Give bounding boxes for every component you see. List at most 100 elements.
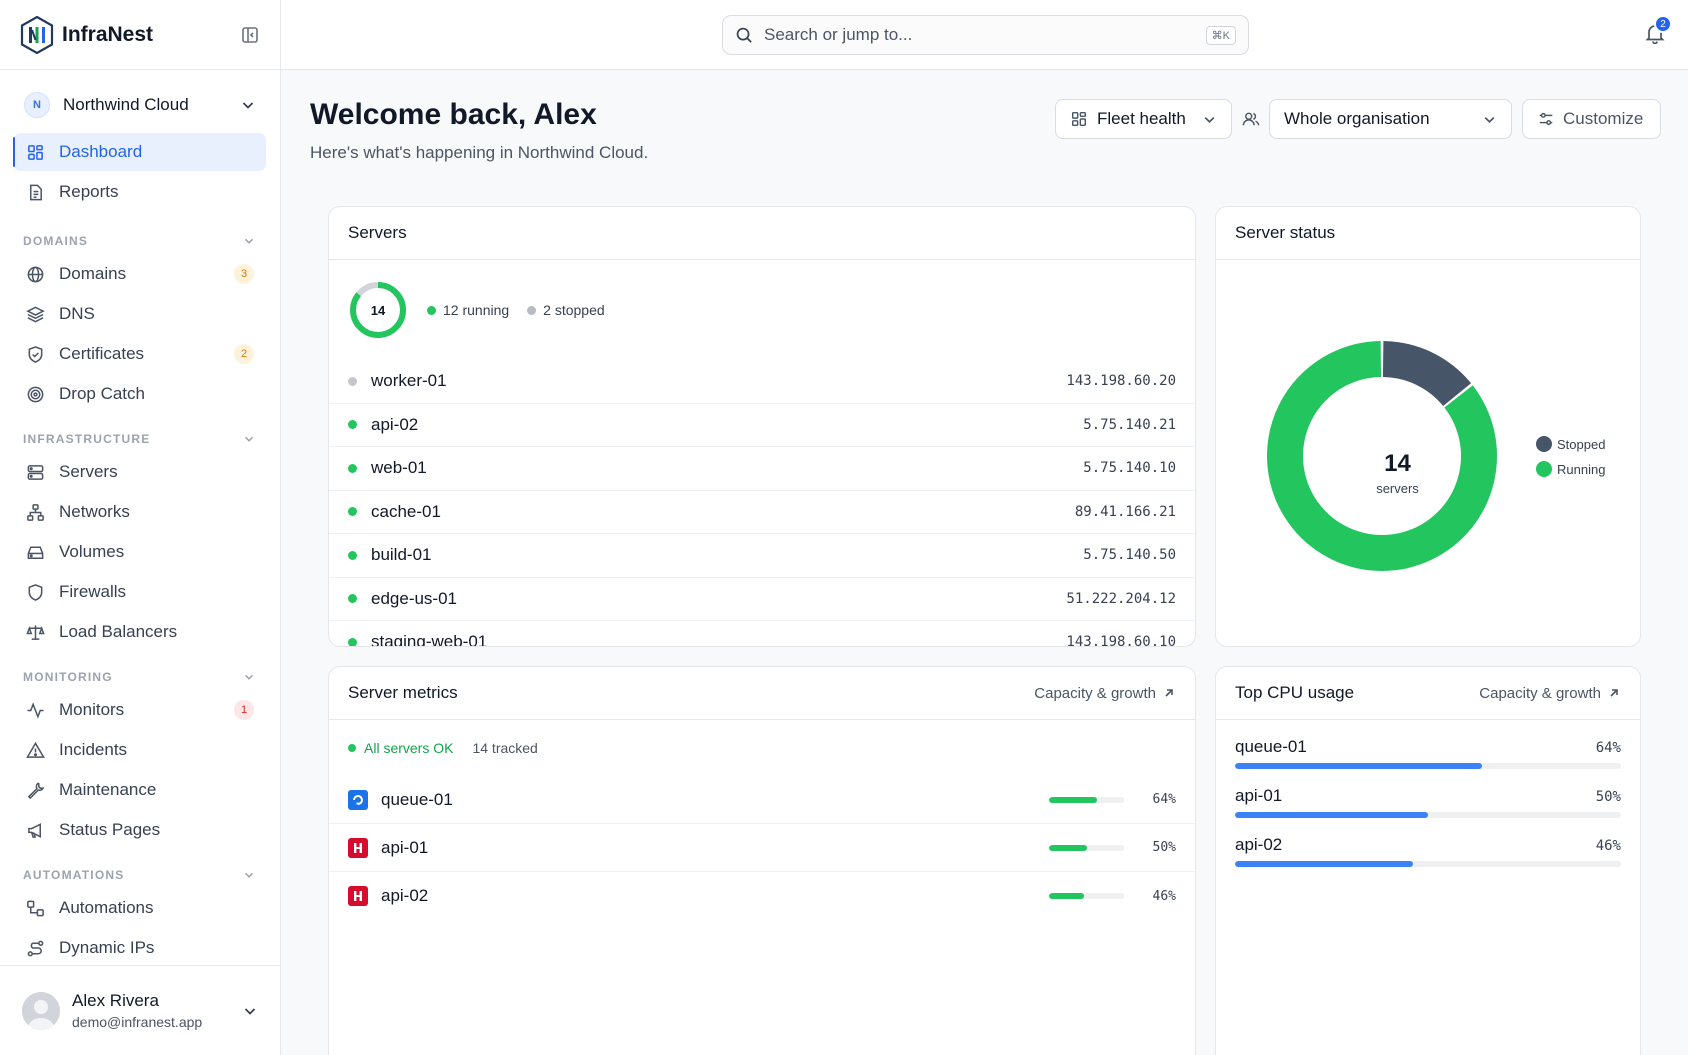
count-badge: 2 xyxy=(234,344,254,364)
customize-button[interactable]: Customize xyxy=(1522,99,1661,139)
section-header-monitoring[interactable]: MONITORING xyxy=(23,667,256,687)
sidebar-item-certificates[interactable]: Certificates 2 xyxy=(14,335,266,373)
globe-icon xyxy=(27,266,44,282)
tracked-count: 14 tracked xyxy=(472,740,538,756)
card-title: Servers xyxy=(348,223,407,242)
chevron-down-icon xyxy=(244,238,254,244)
capacity-growth-link[interactable]: Capacity & growth xyxy=(1479,685,1621,702)
donut-center-label: servers xyxy=(1376,481,1419,496)
search-input[interactable]: Search or jump to... ⌘K xyxy=(722,15,1249,55)
user-menu[interactable]: Alex Rivera demo@infranest.app xyxy=(0,965,280,1055)
metric-row[interactable]: api-01 50% xyxy=(329,824,1195,872)
link-label: Capacity & growth xyxy=(1479,684,1601,702)
sidebar-nav: Dashboard Reports DOMAINS Domains 3 DNS … xyxy=(0,133,280,967)
sidebar-item-dns[interactable]: DNS xyxy=(14,295,266,333)
server-row[interactable]: staging-web-01 143.198.60.10 xyxy=(329,621,1195,647)
sidebar-item-drop-catch[interactable]: Drop Catch xyxy=(14,375,266,413)
cpu-row[interactable]: queue-01 64% xyxy=(1216,717,1640,769)
server-name: api-01 xyxy=(1235,786,1283,805)
chevron-down-icon xyxy=(242,102,254,109)
sidebar-item-networks[interactable]: Networks xyxy=(14,493,266,531)
top-cpu-card: Top CPU usage Capacity & growth queue-01… xyxy=(1215,666,1641,1055)
cpu-row[interactable]: api-01 50% xyxy=(1216,766,1640,818)
usage-percent: 50% xyxy=(1152,840,1176,855)
server-name: api-01 xyxy=(381,837,429,857)
section-header-domains[interactable]: DOMAINS xyxy=(23,231,256,251)
sidebar-item-maintenance[interactable]: Maintenance xyxy=(14,771,266,809)
donut-slice-stopped[interactable] xyxy=(1382,341,1472,407)
usage-percent: 64% xyxy=(1152,792,1176,807)
org-switcher[interactable]: N Northwind Cloud xyxy=(24,88,256,122)
server-ip: 5.75.140.21 xyxy=(1083,416,1176,433)
legend-stopped: 2 stopped xyxy=(527,302,605,318)
capacity-growth-link[interactable]: Capacity & growth xyxy=(1034,685,1176,702)
section-title: DOMAINS xyxy=(23,234,89,248)
page-subtitle: Here's what's happening in Northwind Clo… xyxy=(310,143,649,162)
server-ip: 143.198.60.10 xyxy=(1066,634,1176,647)
section-title: INFRASTRUCTURE xyxy=(23,432,151,446)
section-header-infrastructure[interactable]: INFRASTRUCTURE xyxy=(23,429,256,449)
activity-icon xyxy=(27,701,44,719)
cpu-bar xyxy=(1235,861,1621,867)
cpu-percent: 64% xyxy=(1595,740,1621,756)
sidebar-item-incidents[interactable]: Incidents xyxy=(14,731,266,769)
network-icon xyxy=(27,503,44,521)
servers-ring: 14 xyxy=(349,281,407,339)
dashboard-icon xyxy=(28,144,43,160)
cpu-row[interactable]: api-02 46% xyxy=(1216,815,1640,867)
chevron-down-icon xyxy=(1484,116,1495,123)
server-list: worker-01 143.198.60.20 api-02 5.75.140.21 w… xyxy=(329,360,1195,647)
server-name: web-01 xyxy=(371,458,427,478)
status-label: All servers OK xyxy=(364,740,454,756)
sidebar-collapse-icon[interactable] xyxy=(240,25,260,45)
server-row[interactable]: web-01 5.75.140.10 xyxy=(329,447,1195,491)
user-email: demo@infranest.app xyxy=(72,1014,203,1030)
server-row[interactable]: worker-01 143.198.60.20 xyxy=(329,360,1195,404)
sidebar-item-label: Maintenance xyxy=(59,780,157,799)
arrow-up-right-icon xyxy=(1610,689,1618,697)
servers-card: Servers 14 12 running 2 stopped worker-0… xyxy=(328,206,1196,647)
server-row[interactable]: api-02 5.75.140.21 xyxy=(329,404,1195,447)
scope-select[interactable]: Whole organisation xyxy=(1269,99,1512,139)
sidebar-item-automations[interactable]: Automations xyxy=(14,889,266,927)
sidebar-item-label: Firewalls xyxy=(59,582,127,601)
server-row[interactable]: build-01 5.75.140.50 xyxy=(329,534,1195,578)
server-ip: 89.41.166.21 xyxy=(1074,503,1176,520)
alert-triangle-icon xyxy=(26,741,45,758)
sidebar-item-dynamic-ips[interactable]: Dynamic IPs xyxy=(14,929,266,967)
usage-bar xyxy=(1049,796,1124,803)
section-header-automations[interactable]: AUTOMATIONS xyxy=(23,865,256,885)
sidebar-item-label: Status Pages xyxy=(59,820,161,839)
view-select[interactable]: Fleet health xyxy=(1055,99,1232,139)
sidebar-item-firewalls[interactable]: Firewalls xyxy=(14,573,266,611)
cpu-percent: 46% xyxy=(1595,838,1621,854)
server-name: staging-web-01 xyxy=(371,632,488,647)
server-metrics-card: Server metrics Capacity & growth All ser… xyxy=(328,666,1196,1055)
notification-badge: 2 xyxy=(1654,15,1672,33)
server-row[interactable]: cache-01 89.41.166.21 xyxy=(329,491,1195,534)
view-select-value: Fleet health xyxy=(1097,109,1186,128)
sidebar-item-reports[interactable]: Reports xyxy=(14,173,266,211)
sidebar-item-monitors[interactable]: Monitors 1 xyxy=(14,691,266,729)
target-icon xyxy=(27,386,44,402)
sidebar-item-label: Reports xyxy=(59,182,119,201)
workflow-icon xyxy=(27,900,44,916)
server-name: build-01 xyxy=(371,545,432,565)
metric-row[interactable]: queue-01 64% xyxy=(329,776,1195,824)
server-row[interactable]: edge-us-01 51.222.204.12 xyxy=(329,578,1195,621)
sidebar-item-volumes[interactable]: Volumes xyxy=(14,533,266,571)
sidebar-item-status-pages[interactable]: Status Pages xyxy=(14,811,266,849)
cpu-percent: 50% xyxy=(1595,789,1621,805)
sidebar-item-domains[interactable]: Domains 3 xyxy=(14,255,266,293)
layers-icon xyxy=(26,306,45,322)
org-avatar: N xyxy=(24,92,50,118)
reports-icon xyxy=(29,184,42,200)
user-name: Alex Rivera xyxy=(72,991,159,1010)
metric-row[interactable]: api-02 46% xyxy=(329,872,1195,920)
usage-bar xyxy=(1049,844,1124,851)
sidebar-item-load-balancers[interactable]: Load Balancers xyxy=(14,613,266,651)
sidebar-item-dashboard[interactable]: Dashboard xyxy=(13,133,266,171)
count-badge: 1 xyxy=(234,700,254,720)
shield-icon xyxy=(28,583,43,601)
sidebar-item-servers[interactable]: Servers xyxy=(14,453,266,491)
